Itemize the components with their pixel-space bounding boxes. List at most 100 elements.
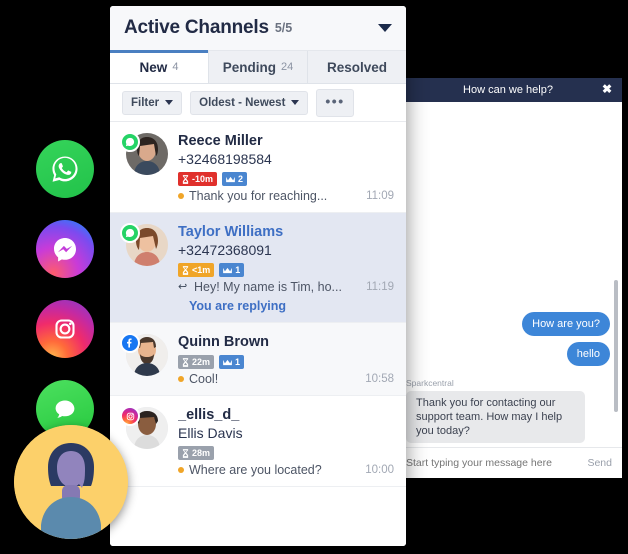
tab-resolved-label: Resolved: [326, 59, 388, 75]
chevron-down-icon[interactable]: [378, 24, 392, 32]
conversation-time: 11:09: [366, 190, 394, 202]
tab-new[interactable]: New 4: [110, 50, 209, 83]
hourglass-icon: [182, 174, 189, 184]
conversation-name: Taylor Williams: [178, 224, 284, 240]
conversation-name: _ellis_d_: [178, 407, 240, 423]
conversation-badges: 22m 1: [178, 355, 394, 369]
hourglass-icon: [182, 448, 189, 458]
messenger-channel-icon[interactable]: [36, 220, 94, 278]
channel-rail: [36, 140, 102, 438]
chevron-down-icon: [165, 100, 174, 105]
send-button[interactable]: Send: [587, 457, 612, 469]
conversation-list[interactable]: Reece Miller +32468198584 -10m 2 Thank you f…: [110, 122, 406, 546]
conversation-badge: 22m: [178, 355, 215, 369]
hourglass-icon: [182, 357, 189, 367]
agent-name-label: Sparkcentral: [406, 378, 454, 388]
conversation-preview-row: Where are you located? 10:00: [178, 463, 394, 477]
chat-bubble-incoming: Thank you for contacting our support tea…: [406, 391, 586, 443]
whatsapp-badge-icon: [120, 132, 140, 152]
conversation-preview-row: ↩ Hey! My name is Tim, ho... 11:19: [178, 280, 394, 294]
conversation-name: Reece Miller: [178, 133, 263, 149]
conversation-row[interactable]: Quinn Brown 22m 1 Cool! 10:58: [110, 323, 406, 396]
conversation-time: 10:58: [365, 373, 394, 385]
conversation-badge: -10m: [178, 172, 218, 186]
avatar: [120, 406, 168, 477]
conversation-badge: 1: [219, 263, 245, 277]
conversation-body: Taylor Williams +32472368091 <1m 1 ↩ Hey! My …: [178, 224, 394, 313]
chat-message-area[interactable]: How are you? hello Sparkcentral Thank yo…: [394, 102, 622, 447]
chat-message-row: hello: [406, 342, 610, 366]
tab-resolved[interactable]: Resolved: [308, 51, 406, 83]
chat-spacer: [406, 112, 610, 312]
conversation-badge-text: 1: [235, 265, 241, 275]
whatsapp-glyph: [52, 156, 78, 182]
chat-widget-title: How can we help?: [463, 84, 553, 96]
conversation-badge: 28m: [178, 446, 215, 460]
sms-bubble-glyph: [55, 400, 75, 418]
more-options-button[interactable]: •••: [316, 88, 354, 117]
tab-pending-label: Pending: [222, 59, 276, 75]
filter-button-label: Filter: [131, 96, 160, 109]
facebook-badge-icon: [120, 333, 140, 353]
crown-icon: [226, 176, 235, 182]
chevron-down-icon: [291, 100, 300, 105]
conversation-name: Quinn Brown: [178, 334, 270, 350]
more-options-label: •••: [325, 92, 345, 109]
active-channels-count: 5/5: [274, 21, 293, 35]
conversation-badges: -10m 2: [178, 172, 394, 186]
conversation-row[interactable]: Reece Miller +32468198584 -10m 2 Thank you f…: [110, 122, 406, 213]
unread-dot-icon: [178, 376, 184, 382]
close-icon[interactable]: ✖: [602, 83, 612, 95]
instagram-glyph: [55, 319, 75, 339]
tab-pending[interactable]: Pending 24: [209, 51, 308, 83]
avatar: [120, 223, 168, 313]
tab-new-label: New: [139, 59, 168, 75]
conversation-body: _ellis_d_ Ellis Davis 28m Where are you loc…: [178, 407, 394, 477]
conversation-badge-text: 1: [235, 357, 241, 367]
conversation-badge: 2: [222, 172, 248, 186]
unread-dot-icon: [178, 467, 184, 473]
chat-message-row: How are you?: [406, 312, 610, 336]
crown-icon: [223, 359, 232, 365]
conversation-body: Reece Miller +32468198584 -10m 2 Thank you f…: [178, 133, 394, 203]
conversation-badge-text: <1m: [192, 265, 211, 275]
instagram-badge-icon: [120, 406, 140, 426]
tab-bar: New 4 Pending 24 Resolved: [110, 50, 406, 84]
conversation-preview-text: Hey! My name is Tim, ho...: [194, 280, 342, 294]
conversation-time: 10:00: [365, 464, 394, 476]
avatar: [120, 333, 168, 386]
conversation-row[interactable]: Taylor Williams +32472368091 <1m 1 ↩ Hey! My …: [110, 213, 406, 323]
chat-widget-header: How can we help? ✖: [394, 78, 622, 102]
whatsapp-channel-icon[interactable]: [36, 140, 94, 198]
user-avatar: [14, 425, 128, 539]
conversation-body: Quinn Brown 22m 1 Cool! 10:58: [178, 334, 394, 386]
avatar-illustration: [14, 425, 128, 539]
filter-button[interactable]: Filter: [122, 90, 183, 115]
conversation-time: 11:19: [366, 281, 394, 293]
tab-new-count: 4: [172, 61, 179, 73]
sort-button-label: Oldest - Newest: [199, 96, 286, 109]
chat-bubble-outgoing: How are you?: [522, 312, 610, 336]
instagram-channel-icon[interactable]: [36, 300, 94, 358]
chat-widget: How can we help? ✖ How are you? hello Sp…: [394, 78, 622, 478]
conversation-badge: <1m: [178, 263, 215, 277]
filter-row: Filter Oldest - Newest •••: [110, 84, 406, 122]
inbox-panel: Active Channels 5/5 New 4 Pending 24 Res…: [110, 6, 406, 546]
chat-message-row: Thank you for contacting our support tea…: [406, 391, 610, 443]
chat-message-input[interactable]: [404, 456, 588, 470]
conversation-badges: <1m 1: [178, 263, 394, 277]
unread-dot-icon: [178, 193, 184, 199]
conversation-row[interactable]: _ellis_d_ Ellis Davis 28m Where are you loc…: [110, 396, 406, 487]
conversation-badges: 28m: [178, 446, 394, 460]
conversation-preview-row: Thank you for reaching... 11:09: [178, 189, 394, 203]
chat-scrollbar[interactable]: [614, 280, 618, 412]
conversation-subtitle: +32468198584: [178, 151, 272, 167]
crown-icon: [223, 267, 233, 273]
conversation-badge-text: 28m: [192, 448, 211, 458]
page-title: Active Channels: [124, 17, 269, 38]
conversation-subtitle: Ellis Davis: [178, 425, 243, 441]
chat-input-bar: Send: [394, 447, 622, 478]
conversation-subtitle: +32472368091: [178, 242, 272, 258]
sort-button[interactable]: Oldest - Newest: [190, 90, 309, 115]
chat-bubble-outgoing: hello: [566, 342, 610, 366]
